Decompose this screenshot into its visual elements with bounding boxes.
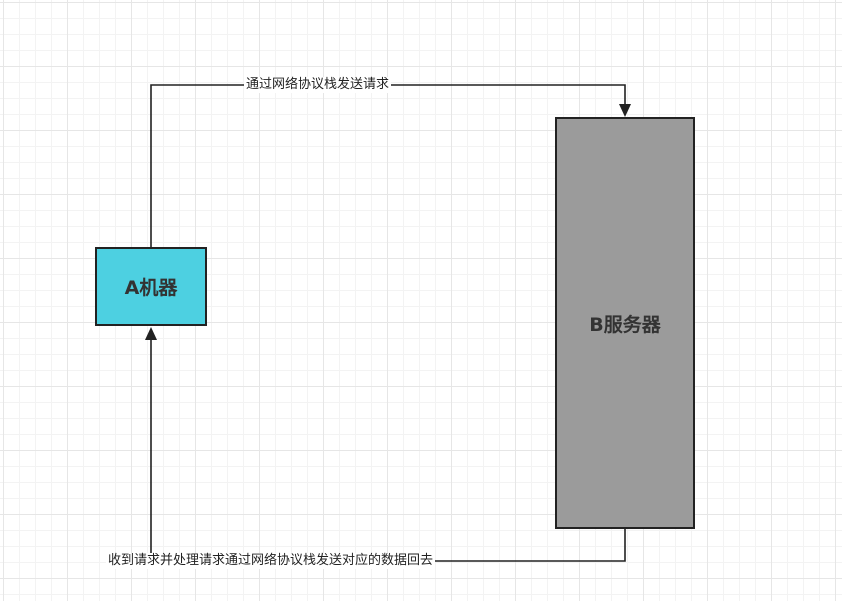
machine-a-label: A机器 [124, 277, 178, 299]
response-connector[interactable] [150, 340, 626, 562]
diagram-canvas: A机器 B服务器 通过网络协议栈发送请求 收到请求并处理请求通过网络协议栈发送对… [0, 0, 842, 601]
machine-a-node[interactable]: A机器 [95, 247, 207, 326]
request-edge-label: 通过网络协议栈发送请求 [244, 77, 392, 93]
response-edge-label: 收到请求并处理请求通过网络协议栈发送对应的数据回去 [106, 553, 436, 569]
server-b-label: B服务器 [589, 313, 661, 336]
request-arrowhead [619, 104, 631, 117]
request-connector[interactable] [150, 84, 626, 247]
response-arrowhead [145, 327, 157, 340]
server-b-node[interactable]: B服务器 [555, 117, 695, 529]
